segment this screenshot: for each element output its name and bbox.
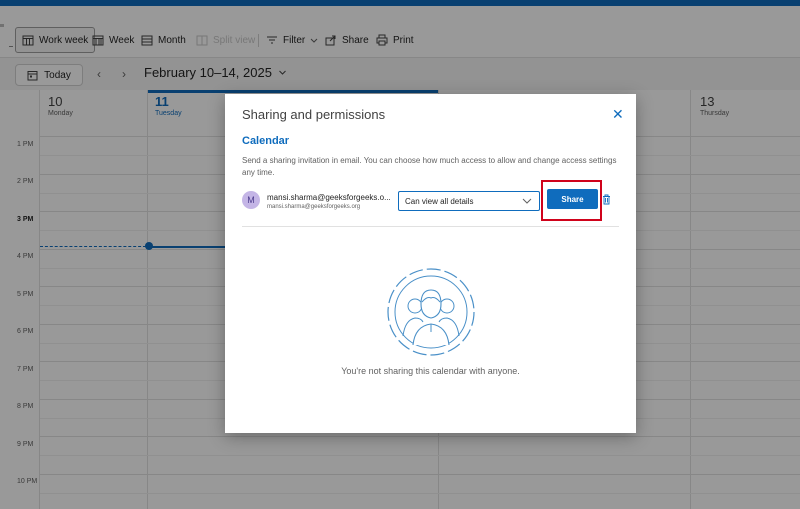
avatar-initial: M (247, 195, 255, 205)
share-button[interactable]: Share (547, 189, 598, 209)
calendar-heading: Calendar (242, 135, 290, 147)
empty-state-message: You're not sharing this calendar with an… (341, 366, 520, 376)
permission-value: Can view all details (405, 196, 474, 206)
close-icon[interactable]: ✕ (612, 106, 624, 122)
permission-dropdown[interactable]: Can view all details (398, 191, 540, 211)
trash-icon[interactable] (602, 194, 611, 205)
avatar: M (242, 191, 260, 209)
sharing-permissions-dialog: Sharing and permissions ✕ Calendar Send … (225, 94, 636, 433)
dialog-title: Sharing and permissions (242, 107, 386, 122)
chevron-down-icon (522, 198, 532, 204)
recipient-name: mansi.sharma@geeksforgeeks.o... (267, 193, 391, 202)
dialog-divider (242, 226, 619, 227)
people-sharing-illustration-icon (387, 268, 475, 356)
recipient-email: mansi.sharma@geeksforgeeks.org (267, 204, 361, 210)
share-button-label: Share (561, 194, 584, 204)
sharing-description: Send a sharing invitation in email. You … (242, 156, 617, 177)
